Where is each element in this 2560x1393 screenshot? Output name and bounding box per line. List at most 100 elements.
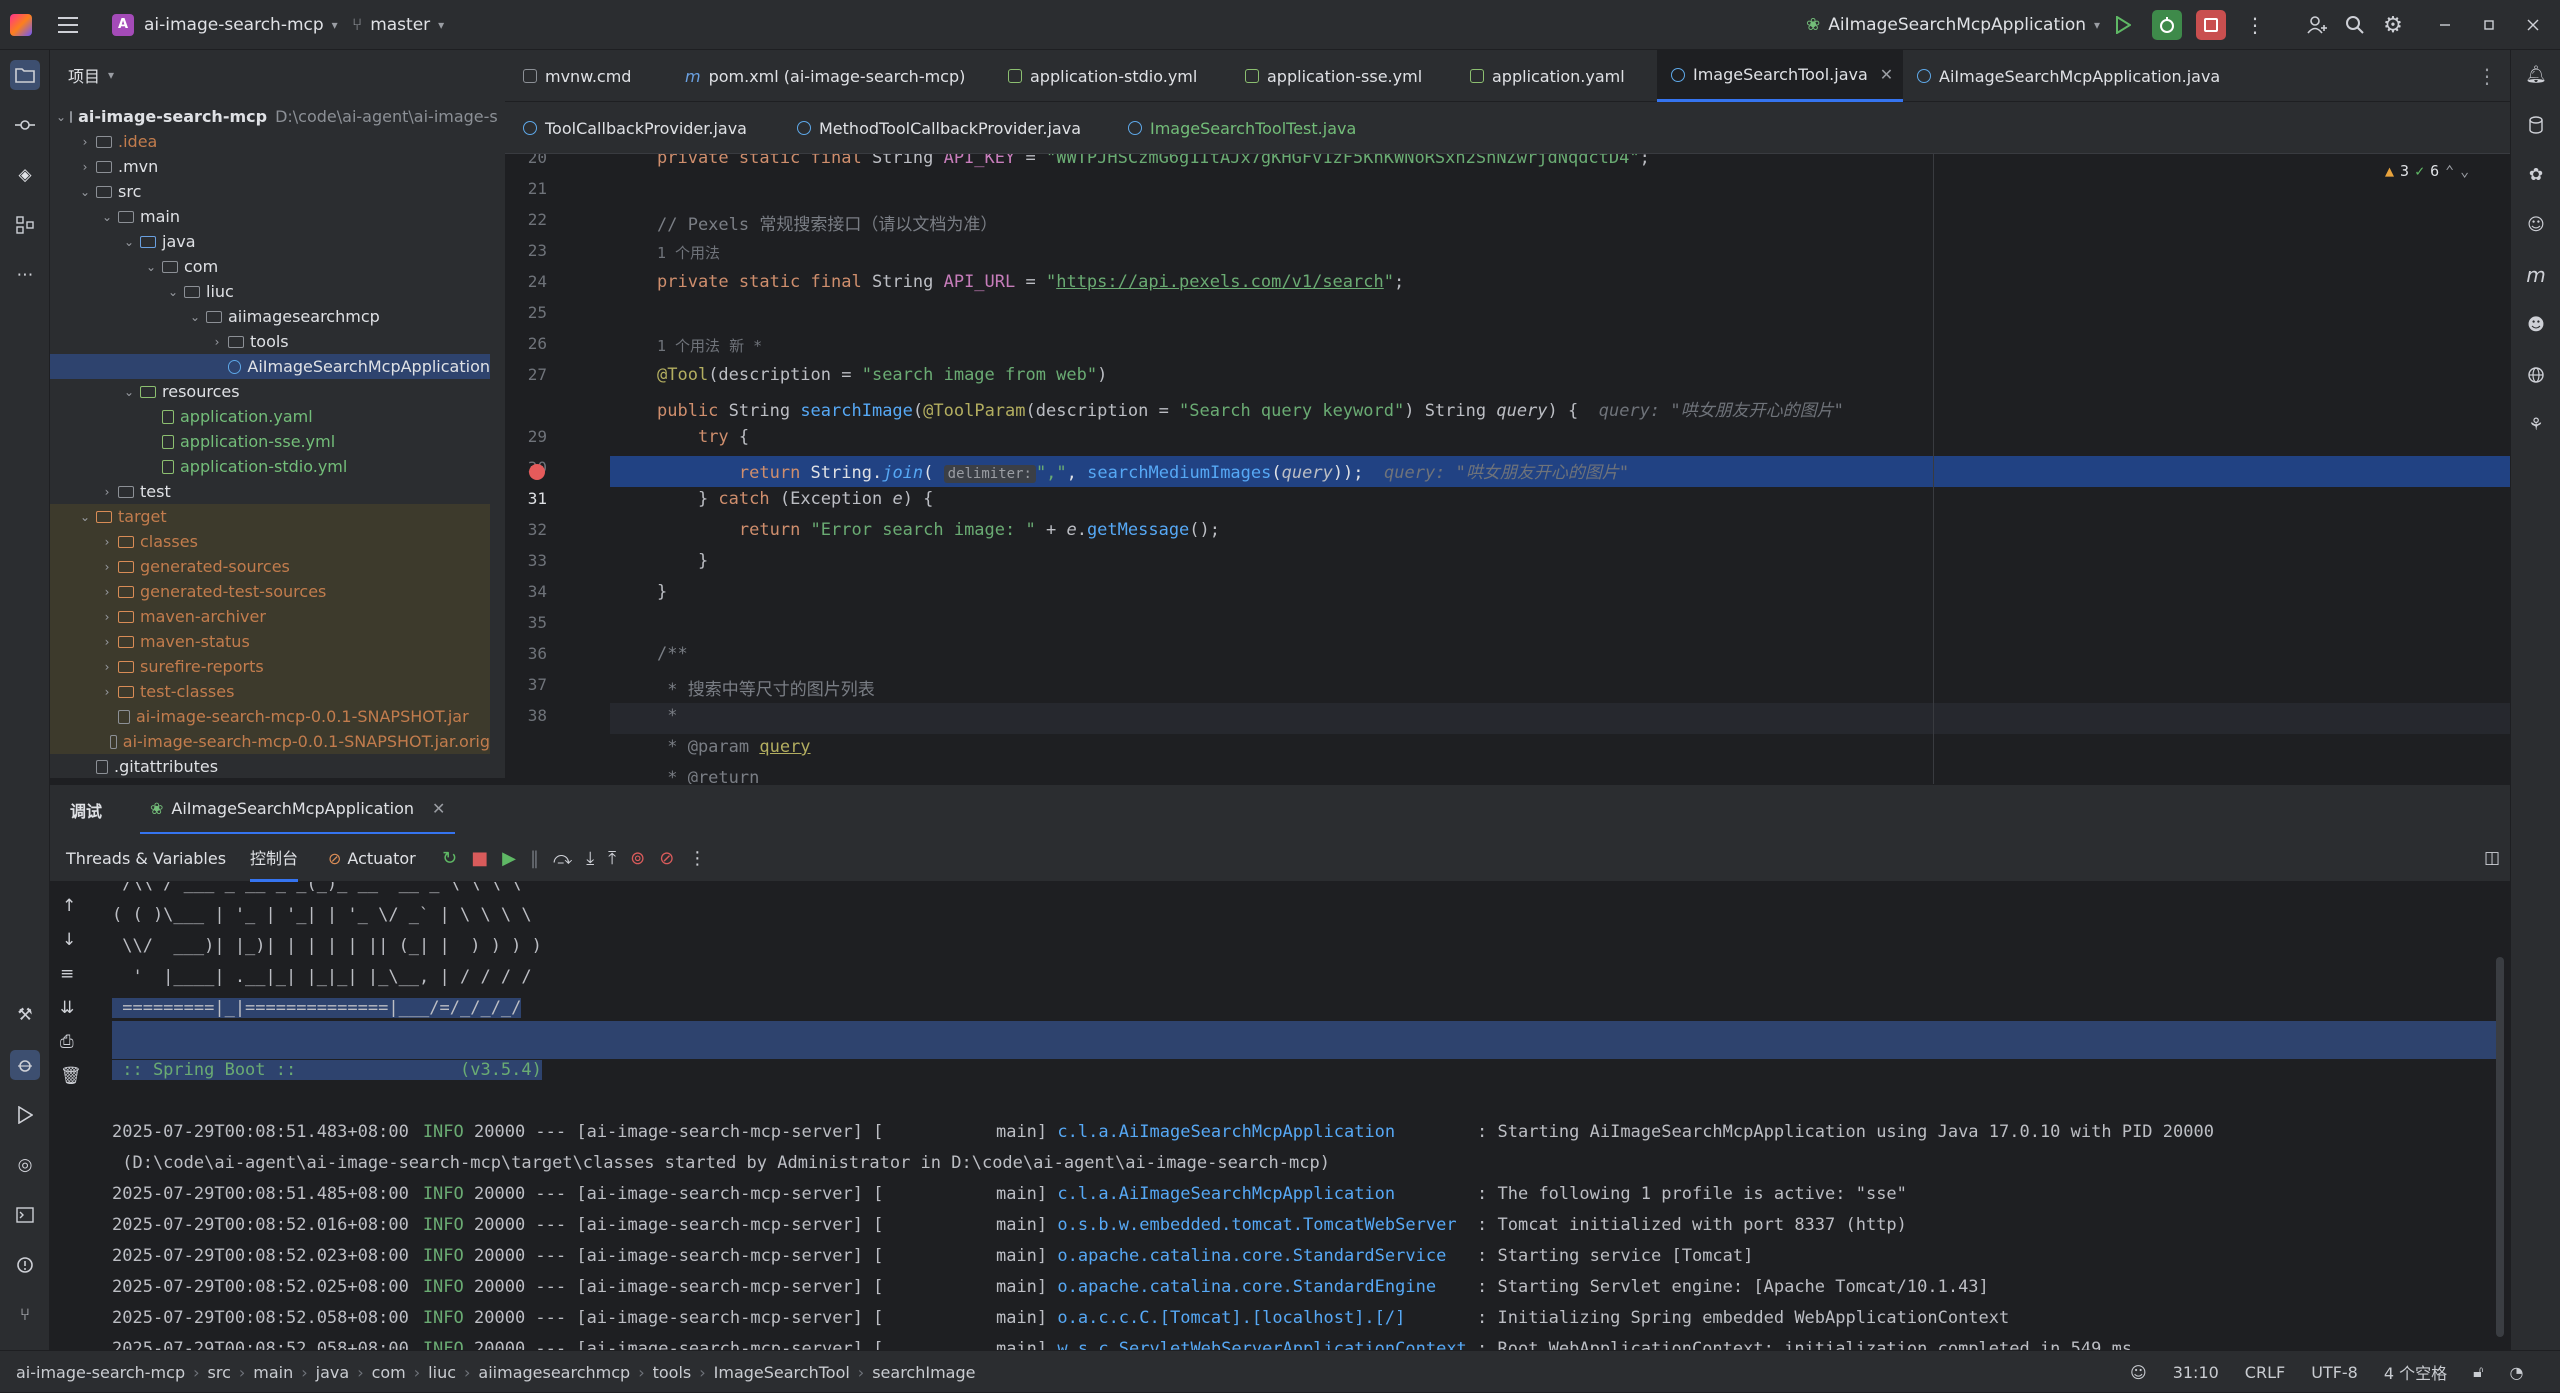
tree-item[interactable]: › tools [50,329,490,354]
tab-image-search-tool-test[interactable]: ImageSearchToolTest.java [1128,102,1356,154]
console-tab[interactable]: 控制台 [250,834,299,882]
tab-pom-xml[interactable]: m pom.xml (ai-image-search-mcp) [685,50,965,102]
services-icon[interactable]: ◎ [10,1150,40,1180]
debug-bug-icon[interactable] [10,1050,40,1080]
usage-hint-2[interactable]: 1 个用法 新 * [657,335,762,356]
tab-application-sse[interactable]: application-sse.yml [1245,50,1422,102]
git-icon[interactable]: ⑂ [10,1300,40,1330]
tree-item[interactable]: .gitattributes [50,754,490,778]
ide-logo-icon[interactable] [10,0,32,50]
code-editor[interactable]: 202122232425262729303132333435363738 pri… [505,154,2510,784]
log-logger[interactable]: o.apache.catalina.core.StandardEngine [1057,1277,1466,1297]
chevron-right-icon[interactable]: › [100,535,114,549]
tree-item[interactable]: ⌄ target [50,504,490,529]
more-vertical-icon[interactable]: ⋮ [688,848,706,869]
tree-item[interactable]: ⌄ com [50,254,490,279]
line-gutter[interactable]: 202122232425262729303132333435363738 [505,154,610,784]
breadcrumb-item[interactable]: main [253,1363,293,1382]
breadcrumb-item[interactable]: ImageSearchTool [714,1363,850,1382]
tree-item[interactable]: › .mvn [50,154,490,179]
file-encoding[interactable]: UTF-8 [2311,1363,2358,1382]
step-into-icon[interactable]: ⤓ [586,848,594,869]
tree-item[interactable]: application-sse.yml [50,429,490,454]
log-logger[interactable]: o.s.b.w.embedded.tomcat.TomcatWebServer [1057,1215,1466,1235]
copilot-icon[interactable]: ☺ [2521,210,2551,240]
ai-status-icon[interactable]: ☺ [2130,1363,2147,1382]
chevron-right-icon[interactable]: › [100,660,114,674]
log-logger[interactable]: c.l.a.AiImageSearchMcpApplication [1057,1184,1466,1204]
branch-selector[interactable]: ⑂ master ▾ [352,0,444,50]
tree-item[interactable]: ai-image-search-mcp-0.0.1-SNAPSHOT.jar.o… [50,729,490,754]
stop-icon[interactable] [2196,10,2226,40]
breadcrumb-item[interactable]: searchImage [872,1363,975,1382]
console-scrollbar[interactable] [2496,957,2504,1337]
print-icon[interactable]: ⎙ [60,1032,74,1052]
chevron-right-icon[interactable]: › [78,160,92,174]
ai-assistant-icon[interactable]: ✿ [2521,160,2551,190]
breakpoint-icon[interactable] [529,464,545,480]
tab-ai-image-search-app[interactable]: AiImageSearchMcpApplication.java [1917,50,2220,102]
chevron-down-icon[interactable]: ⌄ [78,510,92,524]
tree-item[interactable]: › test-classes [50,679,490,704]
log-logger[interactable]: c.l.a.AiImageSearchMcpApplication [1057,1122,1466,1142]
tab-application-yaml[interactable]: application.yaml [1470,50,1625,102]
tabs-more-icon[interactable]: ⋮ [2477,50,2497,102]
debug-icon[interactable] [2152,10,2182,40]
structure-icon[interactable] [10,210,40,240]
minimize-icon[interactable] [2430,10,2460,40]
memory-indicator-icon[interactable]: ◔ [2510,1363,2524,1382]
log-logger[interactable]: w.s.c.ServletWebServerApplicationContext [1057,1339,1466,1350]
breadcrumb-item[interactable]: ai-image-search-mcp [16,1363,185,1382]
notifications-bell-icon[interactable]: 🔔︎ [2521,60,2551,90]
tab-method-tool-callback[interactable]: MethodToolCallbackProvider.java [797,102,1081,154]
maven-icon[interactable]: m [2521,260,2551,290]
tree-item[interactable]: ⌄ main [50,204,490,229]
tab-tool-callback-provider[interactable]: ToolCallbackProvider.java [523,102,747,154]
chevron-down-icon[interactable]: ⌄ [166,285,180,299]
tree-item[interactable]: › .idea [50,129,490,154]
tree-item[interactable]: application-stdio.yml [50,454,490,479]
chevron-up-icon[interactable]: ⌃ [2445,162,2454,180]
api-url-link[interactable]: https://api.pexels.com/v1/search [1056,272,1384,292]
project-folder-icon[interactable] [10,60,40,90]
tree-item[interactable]: › generated-sources [50,554,490,579]
hierarchy-icon[interactable]: ⚘ [2521,410,2551,440]
breadcrumb-item[interactable]: src [208,1363,231,1382]
stop-icon[interactable]: ■ [471,848,488,869]
tree-item[interactable]: › maven-status [50,629,490,654]
arrow-up-icon[interactable]: ↑ [62,896,76,916]
tree-item[interactable]: AiImageSearchMcpApplication [50,354,490,379]
tree-item[interactable]: ⌄ ai-image-search-mcp D:\code\ai-agent\ai-… [50,104,498,129]
plugin-icon[interactable]: ◈ [10,160,40,190]
breadcrumb-item[interactable]: java [316,1363,350,1382]
console-output[interactable]: /\\ / ___'_ __ _ _(_)_ __ __ _ \ \ \ \ ( … [100,882,2510,1350]
restore-icon[interactable] [2474,10,2504,40]
close-tab-icon[interactable]: ✕ [1880,65,1893,84]
settings-gear-icon[interactable]: ⚙ [2378,10,2408,40]
caret-position[interactable]: 31:10 [2173,1363,2219,1382]
trash-icon[interactable]: 🗑︎ [60,1066,82,1086]
view-breakpoints-icon[interactable]: ⊚ [630,848,645,869]
actuator-tab[interactable]: ⊘ Actuator [328,834,416,882]
chevron-down-icon[interactable]: ⌄ [122,385,136,399]
breadcrumb-item[interactable]: aiimagesearchmcp [478,1363,630,1382]
breadcrumb-item[interactable]: tools [653,1363,692,1382]
chevron-right-icon[interactable]: › [210,335,224,349]
log-logger[interactable]: o.apache.catalina.core.StandardService [1057,1246,1466,1266]
tree-item[interactable]: › surefire-reports [50,654,490,679]
usage-hint-1[interactable]: 1 个用法 [657,242,720,263]
close-icon[interactable] [2518,10,2548,40]
mute-breakpoints-icon[interactable]: ⊘ [659,848,674,869]
step-out-icon[interactable]: ⤒ [608,848,616,869]
tab-application-stdio[interactable]: application-stdio.yml [1008,50,1197,102]
tree-item[interactable]: ⌄ aiimagesearchmcp [50,304,490,329]
chevron-down-icon[interactable]: ⌄ [2460,162,2469,180]
tab-mvnw-cmd[interactable]: mvnw.cmd [523,50,631,102]
breadcrumb-item[interactable]: liuc [428,1363,456,1382]
chevron-right-icon[interactable]: › [100,560,114,574]
tab-image-search-tool[interactable]: ImageSearchTool.java ✕ [1657,50,1904,102]
breadcrumb-item[interactable]: com [372,1363,406,1382]
project-tree[interactable]: ⌄ ai-image-search-mcp D:\code\ai-agent\ai-… [50,100,505,778]
tree-item[interactable]: ai-image-search-mcp-0.0.1-SNAPSHOT.jar [50,704,490,729]
log-logger[interactable]: o.a.c.c.C.[Tomcat].[localhost].[/] [1057,1308,1466,1328]
